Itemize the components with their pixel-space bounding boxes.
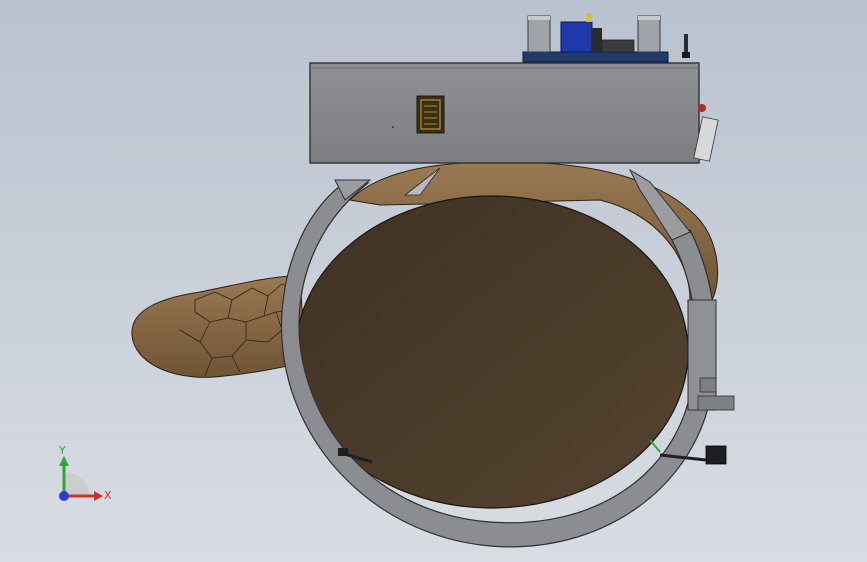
z-axis-dot — [59, 491, 69, 501]
capacitor-right — [637, 15, 661, 53]
connector-port[interactable] — [416, 95, 445, 134]
control-housing[interactable] — [309, 62, 719, 164]
y-axis-label: Y — [58, 444, 66, 457]
cad-graphics-viewport[interactable]: Y X — [0, 0, 867, 562]
x-axis-label: X — [104, 489, 112, 502]
relay-block — [560, 21, 593, 53]
capacitor-left — [527, 15, 551, 53]
model-scene[interactable]: Y X — [0, 0, 867, 562]
